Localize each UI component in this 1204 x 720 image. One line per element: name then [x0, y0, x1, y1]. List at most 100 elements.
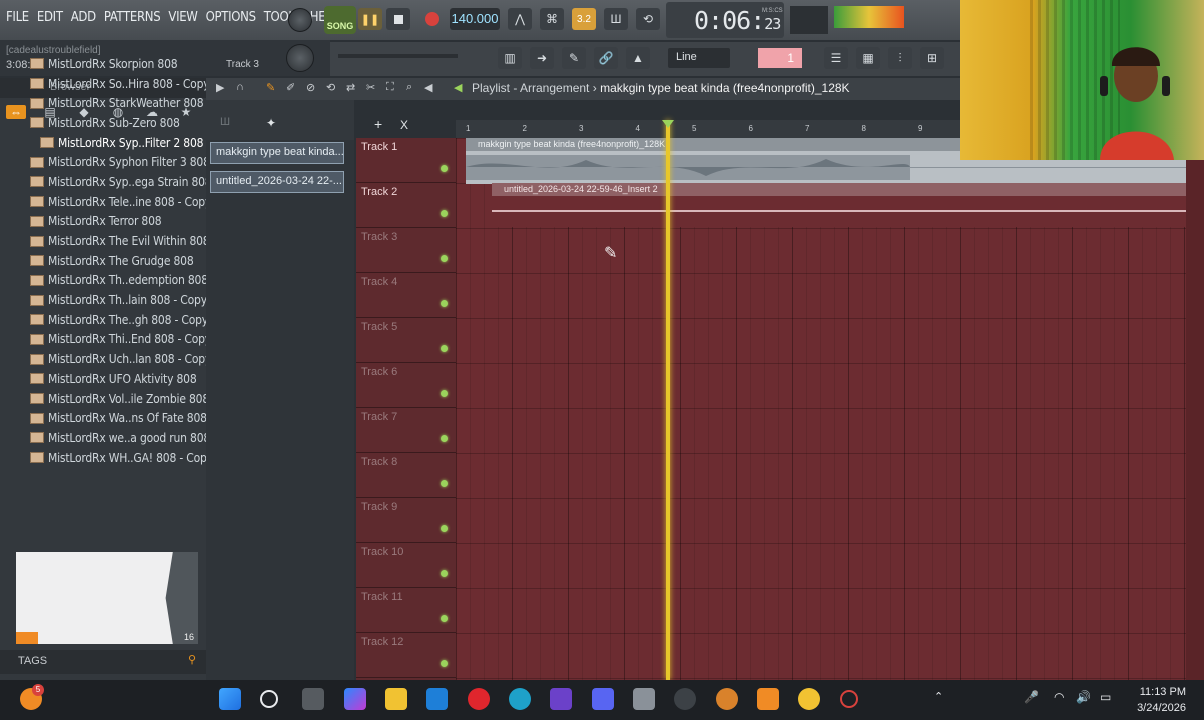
playhead-marker[interactable]: [662, 120, 674, 128]
browser-file-item[interactable]: MistLordRx Syphon Filter 3 808: [10, 152, 210, 172]
track-mute-led[interactable]: [441, 300, 448, 307]
pattern-selector[interactable]: 1: [758, 48, 802, 68]
track-mute-led[interactable]: [441, 390, 448, 397]
playlist-menu-icon[interactable]: ▶: [216, 81, 224, 94]
file-explorer-icon[interactable]: [385, 688, 407, 710]
settings-icon[interactable]: [674, 688, 696, 710]
track-header[interactable]: Track 12: [356, 633, 456, 678]
master-volume-knob[interactable]: [288, 8, 312, 32]
arrow-right-icon[interactable]: ➜: [530, 47, 554, 69]
browser-file-item[interactable]: MistLordRx UFO Aktivity 808: [10, 369, 204, 389]
loop-record-icon[interactable]: ⟲: [636, 8, 660, 30]
browser-file-item[interactable]: MistLordRx Syp..ega Strain 808: [10, 172, 212, 192]
track-header[interactable]: Track 5: [356, 318, 456, 363]
track-header[interactable]: Track 10: [356, 543, 456, 588]
snap-selector[interactable]: Line: [668, 48, 730, 68]
wifi-icon[interactable]: ◠: [1054, 690, 1064, 704]
arrangement-arrow-icon[interactable]: ◀: [454, 81, 462, 94]
track-mute-led[interactable]: [441, 480, 448, 487]
browser-file-item[interactable]: MistLordRx Terror 808: [10, 212, 204, 232]
brush-icon[interactable]: ✎: [562, 47, 586, 69]
mixer-icon[interactable]: ⫶: [888, 47, 912, 69]
browser-file-item[interactable]: MistLordRx Skorpion 808: [10, 54, 204, 74]
paint-tool-icon[interactable]: ✐: [286, 81, 295, 94]
browser-file-item[interactable]: MistLordRx Wa..ns Of Fate 808: [10, 408, 207, 428]
tempo-display[interactable]: 140.000: [450, 8, 500, 30]
menu-patterns[interactable]: PATTERNS: [104, 10, 161, 25]
system-clock[interactable]: 11:13 PM 3/24/2026: [1137, 684, 1186, 716]
search-icon[interactable]: ⚲: [188, 653, 196, 666]
track-header[interactable]: Track 11: [356, 588, 456, 633]
draw-tool-icon[interactable]: ✎: [266, 81, 275, 94]
clip-source-1[interactable]: makkgin type beat kinda...: [210, 142, 344, 164]
start-icon[interactable]: [219, 688, 241, 710]
delete-tool-icon[interactable]: ⊘: [306, 81, 315, 94]
playhead[interactable]: [666, 120, 670, 680]
track-mute-led[interactable]: [441, 570, 448, 577]
battery-icon[interactable]: ▭: [1100, 690, 1111, 704]
piano-roll-icon[interactable]: ▥: [498, 47, 522, 69]
track-mute-led[interactable]: [441, 435, 448, 442]
picker-pattern-icon[interactable]: Ш: [220, 116, 230, 128]
slip-tool-icon[interactable]: ⇄: [346, 81, 355, 94]
opera-icon[interactable]: [468, 688, 490, 710]
discord-icon[interactable]: [592, 688, 614, 710]
browser-file-item[interactable]: MistLordRx WH..GA! 808 - Copy: [10, 448, 213, 468]
track-mute-led[interactable]: [441, 615, 448, 622]
zoom-tool-icon[interactable]: ⌕: [406, 81, 412, 94]
record-button[interactable]: [420, 8, 444, 30]
track-header[interactable]: Track 8: [356, 453, 456, 498]
browser-file-item[interactable]: MistLordRx Th..edemption 808: [10, 271, 208, 291]
microphone-icon[interactable]: 🎤: [1024, 690, 1039, 704]
track-header[interactable]: Track 6: [356, 363, 456, 408]
browser-file-item[interactable]: MistLordRx Sub-Zero 808: [10, 113, 204, 133]
edge-icon[interactable]: [509, 688, 531, 710]
track-header[interactable]: Track 3: [356, 228, 456, 273]
sample-preview[interactable]: 16: [16, 552, 198, 644]
stamp-icon[interactable]: ▲: [626, 47, 650, 69]
wait-input-icon[interactable]: ⌘: [540, 8, 564, 30]
metronome-icon[interactable]: ⋀: [508, 8, 532, 30]
stop-button[interactable]: [386, 8, 410, 30]
track-header[interactable]: Track 1: [356, 138, 456, 183]
select-tool-icon[interactable]: ⛶: [386, 81, 394, 94]
add-track-icon[interactable]: +: [374, 116, 382, 132]
countdown-button[interactable]: 3.2: [572, 8, 596, 30]
plugin-icon[interactable]: ⊞: [920, 47, 944, 69]
channel-rack-icon[interactable]: ▦: [856, 47, 880, 69]
volume-icon[interactable]: 🔊: [1076, 690, 1091, 704]
camera-icon[interactable]: [633, 688, 655, 710]
browser-file-item[interactable]: MistLordRx So..Hira 808 - Copy: [10, 74, 210, 94]
step-edit-icon[interactable]: Ш: [604, 8, 628, 30]
tray-chevron-icon[interactable]: ⌃: [934, 690, 943, 703]
game-icon[interactable]: [716, 688, 738, 710]
menu-file[interactable]: FILE: [6, 10, 29, 25]
track-mute-led[interactable]: [441, 255, 448, 262]
audio-clip-track2[interactable]: untitled_2026-03-24 22-59-46_Insert 2: [492, 183, 1204, 227]
vertical-scrollbar[interactable]: [1186, 138, 1204, 680]
close-track-icon[interactable]: X: [400, 118, 408, 132]
browser-file-item[interactable]: MistLordRx The Grudge 808: [10, 251, 204, 271]
track-header[interactable]: Track 7: [356, 408, 456, 453]
visual-studio-icon[interactable]: [550, 688, 572, 710]
browser-file-item[interactable]: MistLordRx The..gh 808 - Copy: [10, 310, 208, 330]
tags-bar[interactable]: TAGS ⚲: [0, 650, 206, 674]
browser-file-item[interactable]: MistLordRx Thi..End 808 - Copy: [10, 330, 211, 350]
fl-studio-icon[interactable]: [757, 688, 779, 710]
taskbar-search-icon[interactable]: [260, 690, 278, 708]
track-mute-led[interactable]: [441, 345, 448, 352]
menu-edit[interactable]: EDIT: [37, 10, 63, 25]
browser-file-item[interactable]: MistLordRx Syp..Filter 2 808: [10, 133, 204, 153]
clip-source-2[interactable]: untitled_2026-03-24 22-...: [210, 171, 344, 193]
track-header[interactable]: Track 9: [356, 498, 456, 543]
picker-audio-icon[interactable]: ✦: [266, 116, 276, 130]
track-mute-led[interactable]: [441, 165, 448, 172]
browser-file-item[interactable]: MistLordRx Vol..ile Zombie 808: [10, 389, 209, 409]
browser-file-item[interactable]: MistLordRx Th..lain 808 - Copy: [10, 290, 207, 310]
slice-tool-icon[interactable]: ✂: [366, 81, 375, 94]
main-slider[interactable]: [338, 54, 458, 58]
chrome-icon[interactable]: [798, 688, 820, 710]
song-mode-button[interactable]: SONG: [324, 6, 356, 34]
magnet-icon[interactable]: ∩: [236, 81, 244, 93]
playlist-view-icon[interactable]: ☰: [824, 47, 848, 69]
